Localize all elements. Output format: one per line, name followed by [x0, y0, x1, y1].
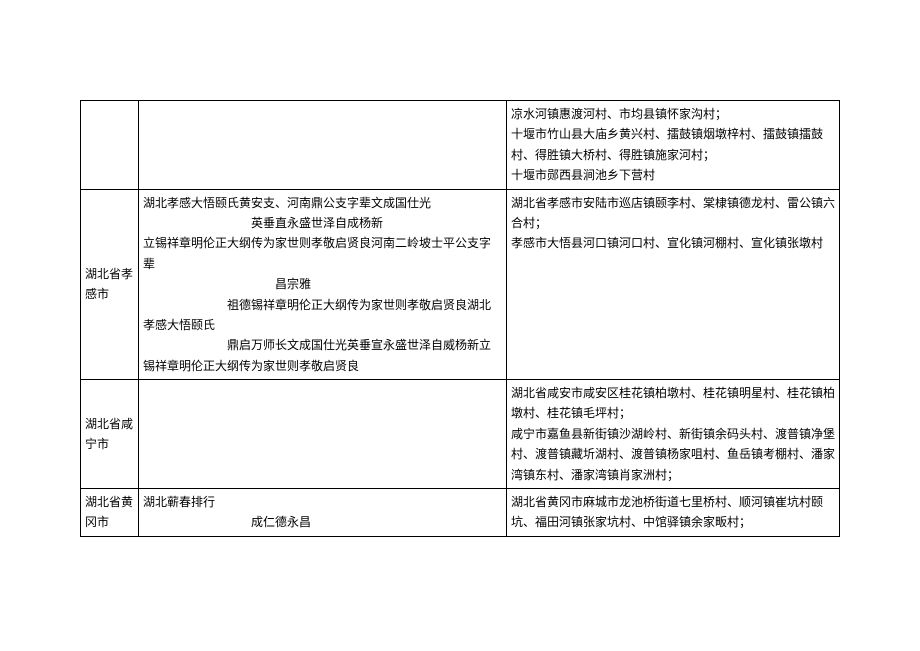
region-cell [81, 101, 139, 190]
text-line: 孝感市大悟县河口镇河口村、宣化镇河棚村、宣化镇张墩村 [511, 233, 835, 253]
right-cell: 凉水河镇惠渡河村、市均县镇怀家沟村； 十堰市竹山县大庙乡黄兴村、擂鼓镇烟墩梓村、… [507, 101, 840, 190]
text-line: 湖北省咸安市咸安区桂花镇柏墩村、桂花镇明星村、桂花镇柏墩村、桂花镇毛坪村； [511, 383, 835, 424]
mid-cell: 湖北孝感大悟颐氏黄安支、河南鼎公支字辈文成国仕光 英垂直永盛世泽自成杨新 立锡祥… [139, 189, 507, 380]
text-line: 咸宁市嘉鱼县新街镇沙湖岭村、新街镇余码头村、渡普镇净堡村、渡普镇藏圻湖村、渡普镇… [511, 424, 835, 485]
region-cell: 湖北省黄冈市 [81, 489, 139, 537]
text-line: 成仁德永昌 [143, 512, 502, 532]
text-line: 十堰市郧西县涧池乡下营村 [511, 165, 835, 185]
table-row: 湖北省孝感市 湖北孝感大悟颐氏黄安支、河南鼎公支字辈文成国仕光 英垂直永盛世泽自… [81, 189, 840, 380]
right-cell: 湖北省孝感市安陆市巡店镇颐李村、棠棣镇德龙村、雷公镇六合村； 孝感市大悟县河口镇… [507, 189, 840, 380]
table-row: 湖北省咸宁市 湖北省咸安市咸安区桂花镇柏墩村、桂花镇明星村、桂花镇柏墩村、桂花镇… [81, 380, 840, 489]
genealogy-table: 凉水河镇惠渡河村、市均县镇怀家沟村； 十堰市竹山县大庙乡黄兴村、擂鼓镇烟墩梓村、… [80, 100, 840, 537]
mid-cell: 湖北蕲春排行 成仁德永昌 [139, 489, 507, 537]
text-line: 英垂直永盛世泽自成杨新 [143, 213, 502, 233]
text-line: 湖北蕲春排行 [143, 492, 502, 512]
text-line: 凉水河镇惠渡河村、市均县镇怀家沟村； [511, 104, 835, 124]
mid-cell [139, 380, 507, 489]
text-line: 昌宗雅 [143, 274, 502, 294]
text-line: 孝感大悟颐氏 [143, 315, 502, 335]
mid-cell [139, 101, 507, 190]
text-line: 鼎启万师长文成国仕光英垂宣永盛世泽自威杨新立锡祥章明伦正大纲传为家世则孝敬启贤良 [143, 335, 502, 376]
right-cell: 湖北省咸安市咸安区桂花镇柏墩村、桂花镇明星村、桂花镇柏墩村、桂花镇毛坪村； 咸宁… [507, 380, 840, 489]
region-cell: 湖北省孝感市 [81, 189, 139, 380]
region-cell: 湖北省咸宁市 [81, 380, 139, 489]
table-row: 凉水河镇惠渡河村、市均县镇怀家沟村； 十堰市竹山县大庙乡黄兴村、擂鼓镇烟墩梓村、… [81, 101, 840, 190]
text-line: 湖北孝感大悟颐氏黄安支、河南鼎公支字辈文成国仕光 [143, 193, 502, 213]
right-cell: 湖北省黄冈市麻城市龙池桥街道七里桥村、顺河镇崔坑村颐坑、福田河镇张家坑村、中馆驿… [507, 489, 840, 537]
text-line: 十堰市竹山县大庙乡黄兴村、擂鼓镇烟墩梓村、擂鼓镇擂鼓村、得胜镇大桥村、得胜镇施家… [511, 124, 835, 165]
text-line: 湖北省黄冈市麻城市龙池桥街道七里桥村、顺河镇崔坑村颐坑、福田河镇张家坑村、中馆驿… [511, 492, 835, 533]
text-line: 祖德锡祥章明伦正大纲传为家世则孝敬启贤良湖北 [143, 295, 502, 315]
table-row: 湖北省黄冈市 湖北蕲春排行 成仁德永昌 湖北省黄冈市麻城市龙池桥街道七里桥村、顺… [81, 489, 840, 537]
text-line: 湖北省孝感市安陆市巡店镇颐李村、棠棣镇德龙村、雷公镇六合村； [511, 193, 835, 234]
text-line: 立锡祥章明伦正大纲传为家世则孝敬启贤良河南二岭坡士平公支字辈 [143, 233, 502, 274]
